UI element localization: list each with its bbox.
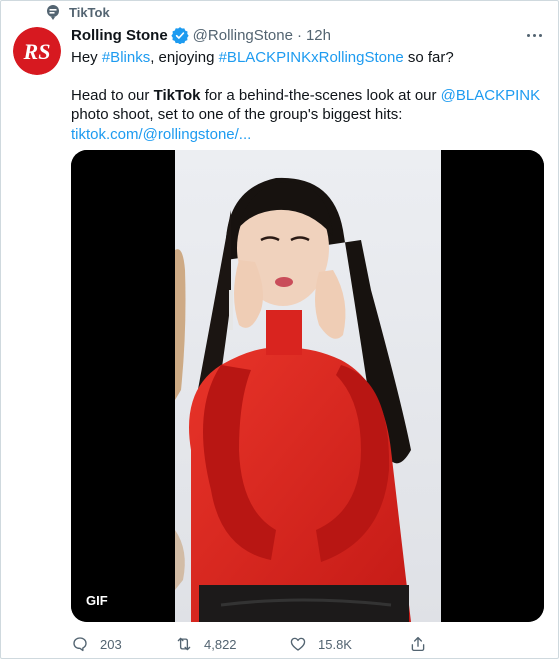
- tweet-card[interactable]: TikTok RS Rolling Stone @RollingStone · …: [0, 0, 559, 659]
- author-handle[interactable]: @RollingStone: [193, 27, 293, 44]
- share-icon: [409, 635, 427, 653]
- tweet-text: Hey #Blinks, enjoying #BLACKPINKxRolling…: [71, 48, 541, 144]
- tweet-link[interactable]: @BLACKPINK: [441, 87, 540, 104]
- author-name[interactable]: Rolling Stone: [71, 27, 168, 44]
- reply-count: 203: [100, 636, 122, 652]
- heart-icon: [289, 635, 307, 653]
- retweet-button[interactable]: 4,822: [175, 635, 289, 653]
- gif-badge: GIF: [86, 593, 108, 608]
- context-label: TikTok: [69, 4, 110, 20]
- like-button[interactable]: 15.8K: [289, 635, 409, 653]
- topic-icon: [45, 4, 61, 20]
- tweet-text-segment: so far?: [403, 49, 454, 66]
- social-context: TikTok: [45, 2, 110, 22]
- tweet-text-segment: for a behind-the-scenes look at our: [200, 86, 441, 104]
- retweet-icon: [175, 635, 193, 653]
- tweet-link[interactable]: tiktok.com/@rollingstone/...: [71, 126, 251, 143]
- action-bar: 203 4,822 15.8K: [71, 632, 471, 656]
- tweet-link[interactable]: #BLACKPINKxRollingStone: [219, 49, 404, 66]
- tweet-text-segment: , enjoying: [150, 49, 219, 66]
- tweet-media-gif[interactable]: GIF: [71, 150, 544, 622]
- reply-icon: [71, 635, 89, 653]
- tweet-text-line-1: Hey #Blinks, enjoying #BLACKPINKxRolling…: [71, 48, 541, 68]
- tweet-link[interactable]: #Blinks: [102, 49, 150, 66]
- retweet-count: 4,822: [204, 636, 237, 652]
- more-options-icon[interactable]: [527, 34, 542, 37]
- tweet-text-segment: Head to our: [71, 86, 154, 104]
- tweet-text-line-2: Head to our TikTok for a behind-the-scen…: [71, 86, 541, 145]
- separator-dot: ·: [296, 26, 302, 44]
- like-count: 15.8K: [318, 636, 352, 652]
- avatar[interactable]: RS: [13, 27, 61, 75]
- verified-badge-icon: [171, 26, 189, 44]
- tweet-text-segment: Hey: [71, 49, 102, 66]
- tweet-text-segment: photo shoot, set to one of the group's b…: [71, 106, 403, 123]
- share-button[interactable]: [409, 635, 427, 653]
- tweet-header: Rolling Stone @RollingStone · 12h: [71, 26, 331, 44]
- avatar-logo-text: RS: [23, 39, 51, 64]
- reply-button[interactable]: 203: [71, 635, 175, 653]
- tweet-timestamp[interactable]: 12h: [306, 27, 331, 44]
- tweet-bold-text: TikTok: [153, 86, 201, 104]
- gif-frame: [71, 150, 544, 622]
